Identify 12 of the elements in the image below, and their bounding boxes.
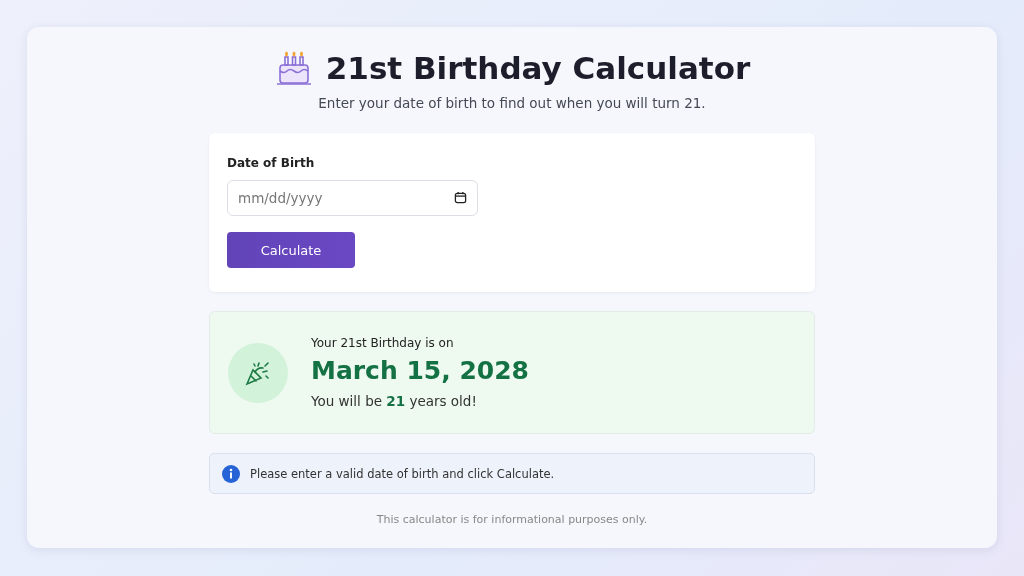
date-field[interactable]: mm/dd/yyyy: [227, 180, 478, 216]
page-title: 21st Birthday Calculator: [325, 50, 751, 86]
info-message: Please enter a valid date of birth and click Calculate.: [250, 466, 555, 481]
calendar-icon[interactable]: [454, 191, 467, 204]
footer-note: This calculator is for informational purposes only.: [376, 513, 648, 526]
field-label: Date of Birth: [227, 156, 316, 170]
age-message: You will be 21 years old!: [311, 393, 478, 409]
subtitle: Enter your date of birth to find out when you will turn 21.: [318, 95, 706, 111]
birthday-date: March 15, 2028: [311, 356, 529, 385]
calculate-button[interactable]: Calculate: [227, 232, 355, 268]
info-icon: [222, 464, 240, 483]
result-intro: Your 21st Birthday is on: [311, 336, 455, 350]
